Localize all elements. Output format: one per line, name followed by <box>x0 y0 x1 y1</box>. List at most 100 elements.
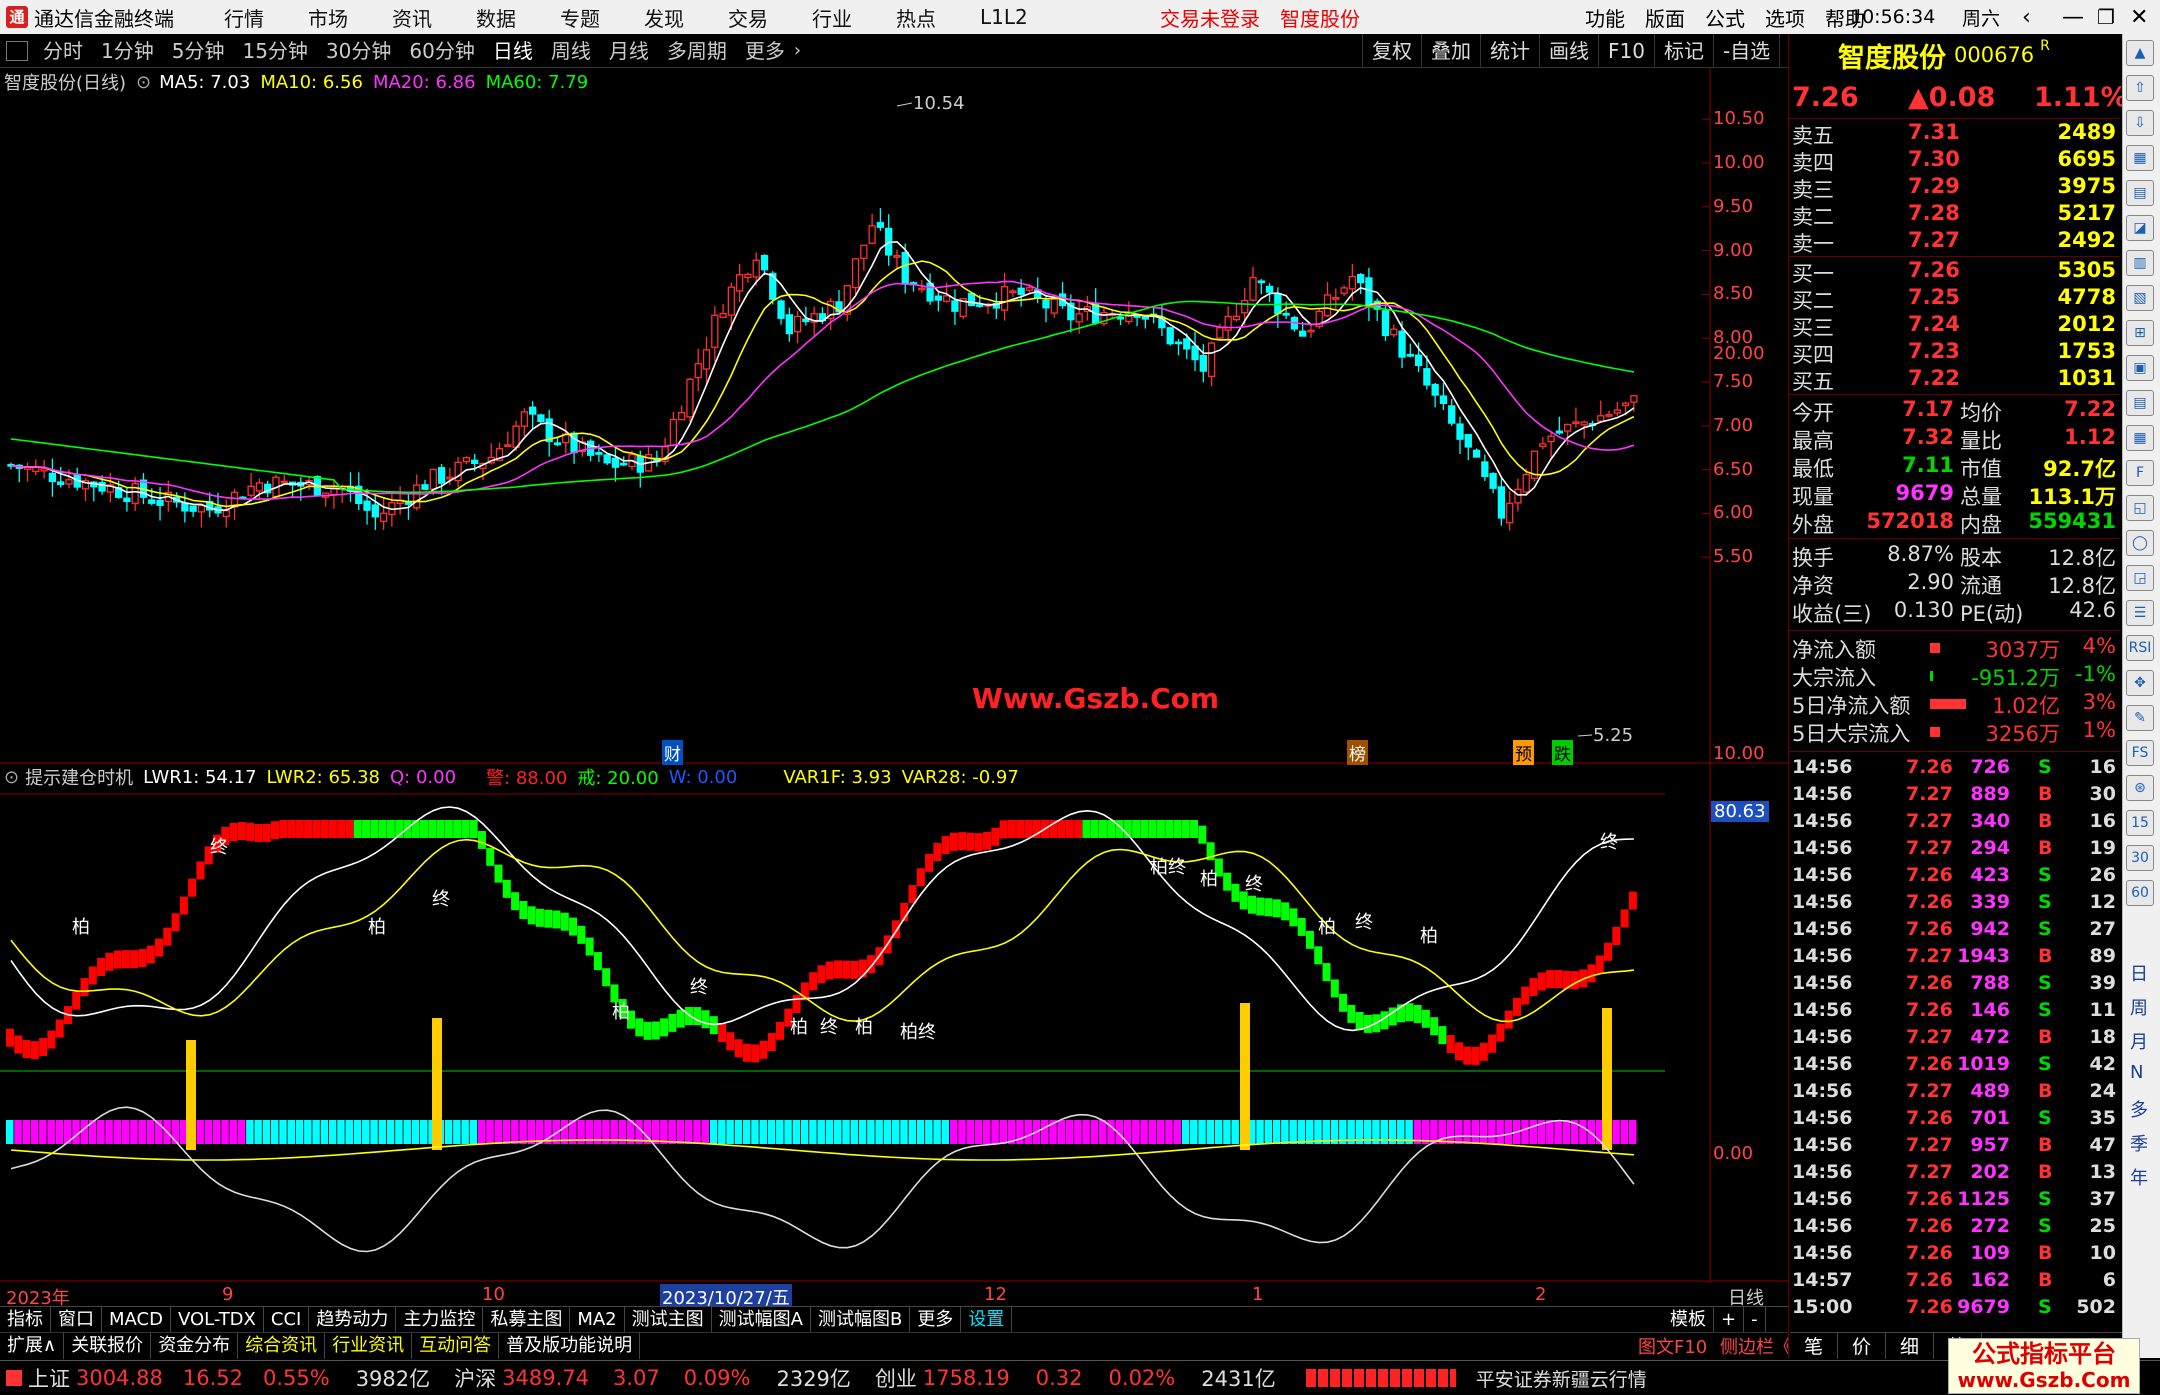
bottom-right-0[interactable]: 模板 <box>1663 1306 1714 1333</box>
bottom-tab-6[interactable]: 主力监控 <box>396 1306 484 1333</box>
toolbar-tool-icon-13[interactable]: ◱ <box>2126 495 2154 521</box>
ext-tab-4[interactable]: 行业资讯 <box>325 1332 413 1359</box>
bottom-tab-8[interactable]: MA2 <box>570 1306 625 1333</box>
menu-item-9[interactable]: L1L2 <box>958 5 1050 29</box>
ind-settings-icon[interactable]: ⊙ <box>4 767 19 788</box>
tool-tab-2[interactable]: 统计 <box>1480 33 1539 68</box>
ext-tab-0[interactable]: 扩展∧ <box>0 1332 65 1359</box>
bottom-tab-3[interactable]: VOL-TDX <box>171 1306 264 1333</box>
status-sh-name[interactable]: 上证 <box>28 1363 70 1393</box>
period-tab-9[interactable]: 多周期 <box>658 34 736 68</box>
period-tab-7[interactable]: 周线 <box>542 34 600 68</box>
minimize-icon[interactable]: — <box>2062 5 2084 30</box>
bottom-tab-9[interactable]: 测试主图 <box>625 1306 712 1333</box>
toolbar-tool-icon-20[interactable]: FS <box>2126 740 2154 766</box>
tool-tab-4[interactable]: F10 <box>1598 33 1654 68</box>
chart-canvas[interactable] <box>0 68 1790 1316</box>
toolbar-tool-icon-9[interactable]: ▣ <box>2126 355 2154 381</box>
menu-item-6[interactable]: 交易 <box>706 3 790 32</box>
toolbar-tool-icon-17[interactable]: RSI <box>2126 635 2154 661</box>
toolbar-tool-icon-15[interactable]: ◲ <box>2126 565 2154 591</box>
toolbar-period-icon-2[interactable]: 月 <box>2130 1028 2148 1054</box>
bottom-right-2[interactable]: - <box>1744 1306 1766 1333</box>
tool-tab-1[interactable]: 叠加 <box>1421 33 1480 68</box>
toolbar-tool-icon-8[interactable]: ⊞ <box>2126 320 2154 346</box>
toolbar-tool-icon-18[interactable]: ✥ <box>2126 670 2154 696</box>
close-icon[interactable]: ✕ <box>2130 5 2148 30</box>
back-icon[interactable]: ‹ <box>2022 5 2031 30</box>
marker-yu[interactable]: 预 <box>1513 740 1534 765</box>
menu-item-0[interactable]: 行情 <box>202 3 286 32</box>
period-tab-10[interactable]: 更多 <box>736 34 794 68</box>
menu-stock[interactable]: 智度股份 <box>1280 3 1360 32</box>
status-hs-name[interactable]: 沪深 <box>454 1363 496 1393</box>
ext-tab-1[interactable]: 关联报价 <box>64 1332 152 1359</box>
bottom-tab-12[interactable]: 更多 <box>910 1306 962 1333</box>
signal-bar-0[interactable] <box>186 1040 196 1150</box>
toolbar-tool-icon-24[interactable]: 60 <box>2126 880 2154 906</box>
toolbar-tool-icon-10[interactable]: ▤ <box>2126 390 2154 416</box>
menu-right-1[interactable]: 版面 <box>1635 3 1695 32</box>
side-tab-2[interactable]: 细 <box>1886 1332 1935 1359</box>
period-tab-1[interactable]: 1分钟 <box>92 34 163 68</box>
bottom-tab-4[interactable]: CCI <box>264 1306 310 1333</box>
marker-die[interactable]: 跌 <box>1552 740 1573 765</box>
period-tab-4[interactable]: 30分钟 <box>317 34 400 68</box>
status-cy-name[interactable]: 创业 <box>875 1363 917 1393</box>
toolbar-tool-icon-23[interactable]: 30 <box>2126 845 2154 871</box>
bottom-tab-11[interactable]: 测试幅图B <box>811 1306 911 1333</box>
ma-settings-icon[interactable]: ⊙ <box>136 72 151 93</box>
ext-tab-3[interactable]: 综合资讯 <box>238 1332 326 1359</box>
period-tab-5[interactable]: 60分钟 <box>400 34 483 68</box>
toolbar-period-icon-0[interactable]: 日 <box>2130 960 2148 986</box>
toolbar-tool-icon-1[interactable]: ⇧ <box>2126 75 2154 101</box>
tool-tab-6[interactable]: -自选 <box>1712 33 1779 68</box>
bottom-tab-13[interactable]: 设置 <box>961 1306 1013 1333</box>
sidebar-link[interactable]: 侧边栏《 <box>1720 1333 1792 1359</box>
toolbar-tool-icon-4[interactable]: ▤ <box>2126 180 2154 206</box>
menu-item-5[interactable]: 发现 <box>622 3 706 32</box>
login-status[interactable]: 交易未登录 <box>1160 3 1260 32</box>
tool-tab-0[interactable]: 复权 <box>1362 33 1421 68</box>
menu-item-2[interactable]: 资讯 <box>370 3 454 32</box>
toolbar-tool-icon-21[interactable]: ⊛ <box>2126 775 2154 801</box>
menu-item-4[interactable]: 专题 <box>538 3 622 32</box>
toolbar-tool-icon-19[interactable]: ✎ <box>2126 705 2154 731</box>
period-tab-2[interactable]: 5分钟 <box>163 34 234 68</box>
signal-bar-1[interactable] <box>432 1018 442 1150</box>
side-tab-0[interactable]: 笔 <box>1790 1332 1839 1359</box>
bottom-tab-10[interactable]: 测试幅图A <box>712 1306 811 1333</box>
ext-tab-6[interactable]: 普及版功能说明 <box>499 1332 641 1359</box>
menu-item-8[interactable]: 热点 <box>874 3 958 32</box>
bottom-tab-5[interactable]: 趋势动力 <box>309 1306 397 1333</box>
toolbar-tool-icon-16[interactable]: ☰ <box>2126 600 2154 626</box>
period-tab-0[interactable]: 分时 <box>34 34 92 68</box>
bottom-tab-2[interactable]: MACD <box>102 1306 171 1333</box>
toolbar-period-icon-3[interactable]: N <box>2130 1062 2143 1083</box>
bottom-tab-7[interactable]: 私募主图 <box>483 1306 571 1333</box>
panel-toggle-icon[interactable] <box>6 40 28 61</box>
toolbar-tool-icon-11[interactable]: ▦ <box>2126 425 2154 451</box>
toolbar-period-icon-6[interactable]: 年 <box>2130 1164 2148 1190</box>
signal-bar-3[interactable] <box>1602 1008 1612 1150</box>
toolbar-tool-icon-6[interactable]: ▥ <box>2126 250 2154 276</box>
menu-right-3[interactable]: 选项 <box>1755 3 1815 32</box>
bottom-tab-0[interactable]: 指标 <box>0 1306 51 1333</box>
menu-right-0[interactable]: 功能 <box>1575 3 1635 32</box>
bottom-right-1[interactable]: + <box>1714 1306 1745 1333</box>
toolbar-period-icon-5[interactable]: 季 <box>2130 1130 2148 1156</box>
marker-cai[interactable]: 财 <box>662 740 683 765</box>
period-tab-6[interactable]: 日线 <box>484 34 542 68</box>
toolbar-tool-icon-12[interactable]: F <box>2126 460 2154 486</box>
signal-bar-2[interactable] <box>1240 1003 1250 1150</box>
toolbar-tool-icon-14[interactable]: ◯ <box>2126 530 2154 556</box>
f10-link[interactable]: 图文F10 <box>1638 1333 1707 1359</box>
bottom-tab-1[interactable]: 窗口 <box>51 1306 102 1333</box>
menu-item-3[interactable]: 数据 <box>454 3 538 32</box>
ext-tab-5[interactable]: 互动问答 <box>412 1332 500 1359</box>
tool-tab-3[interactable]: 画线 <box>1539 33 1598 68</box>
menu-item-7[interactable]: 行业 <box>790 3 874 32</box>
toolbar-tool-icon-7[interactable]: ▧ <box>2126 285 2154 311</box>
more-chevron-icon[interactable]: › <box>794 40 801 61</box>
period-tab-8[interactable]: 月线 <box>600 34 658 68</box>
